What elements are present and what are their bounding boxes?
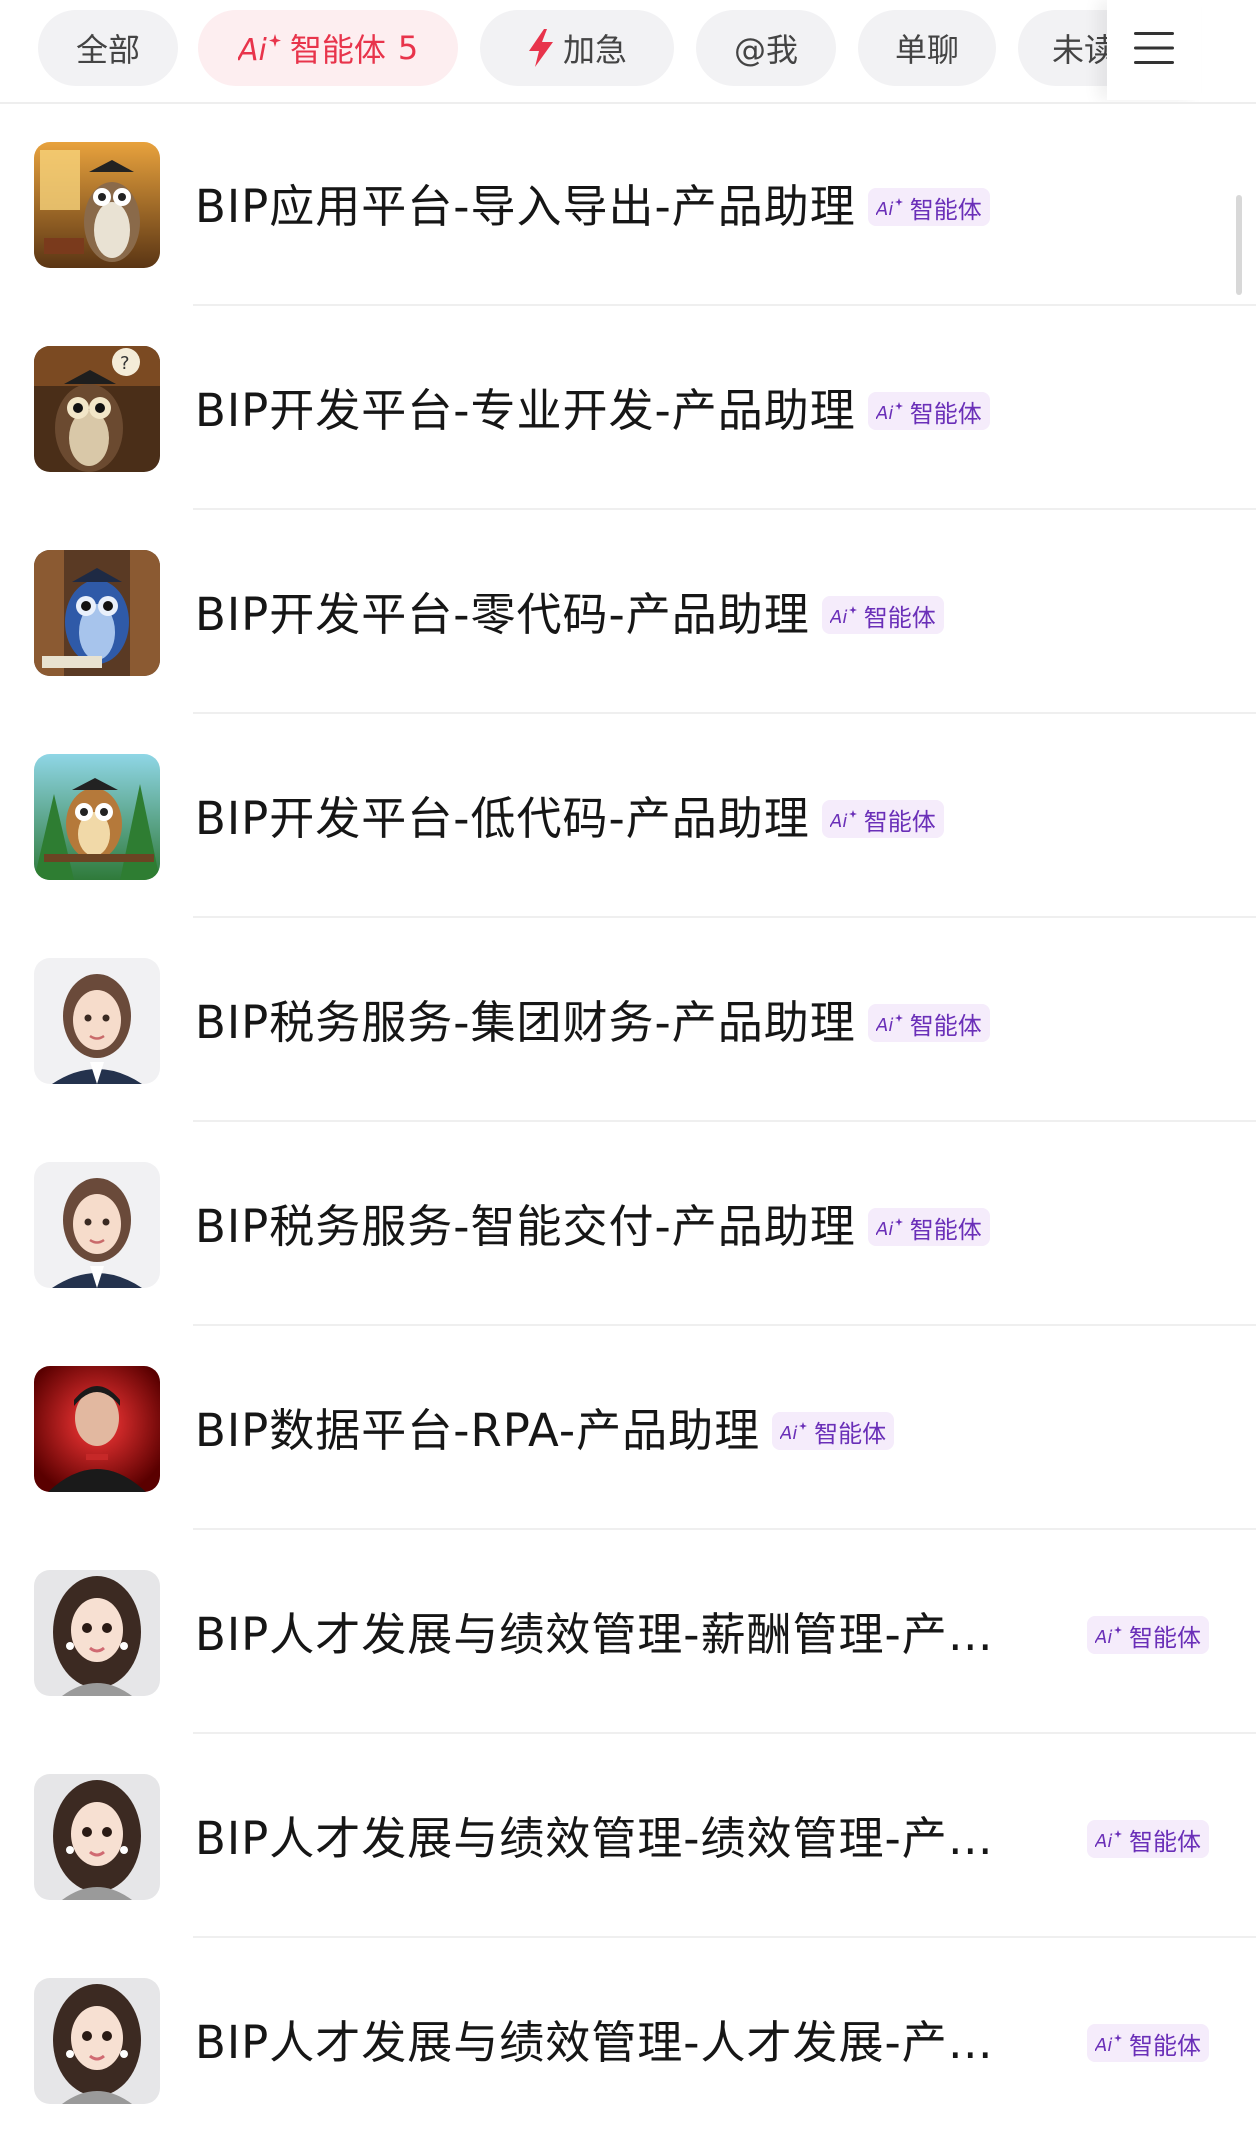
- ai-icon: Ai: [238, 31, 282, 65]
- ai-agent-badge: Ai 智能体: [1087, 1616, 1209, 1654]
- ai-agent-badge: Ai 智能体: [867, 1208, 990, 1246]
- conversation-title: BIP开发平台-零代码-产品助理: [195, 588, 810, 641]
- badge-label: 智能体: [1129, 2031, 1201, 2060]
- badge-label: 智能体: [1129, 1827, 1201, 1856]
- red-tech-avatar: [34, 1366, 160, 1492]
- badge-label: 智能体: [909, 195, 982, 224]
- list-item[interactable]: BIP人才发展与绩效管理-薪酬管理-产… Ai 智能体: [0, 1530, 1256, 1734]
- tab-label: 加急: [562, 31, 627, 69]
- ai-badge-icon: Ai: [876, 196, 904, 218]
- ai-badge-icon: Ai: [1095, 2032, 1123, 2054]
- list-item[interactable]: ? BIP开发平台-专业开发-产品助理 Ai 智能体: [0, 306, 1256, 510]
- list-item[interactable]: BIP人才发展与绩效管理-绩效管理-产… Ai 智能体: [0, 1734, 1256, 1938]
- ai-badge-icon: Ai: [876, 400, 904, 422]
- conversation-title: BIP人才发展与绩效管理-绩效管理-产…: [195, 1812, 994, 1865]
- menu-button[interactable]: [1107, 0, 1201, 100]
- badge-label: 智能体: [814, 1419, 887, 1448]
- tab-urgent[interactable]: 加急: [480, 10, 674, 86]
- conversation-title: BIP人才发展与绩效管理-人才发展-产…: [195, 2016, 994, 2069]
- svg-text:Ai: Ai: [876, 403, 893, 422]
- tab-direct-chat[interactable]: 单聊: [858, 10, 996, 86]
- svg-text:Ai: Ai: [830, 607, 847, 626]
- title-row: BIP人才发展与绩效管理-绩效管理-产…: [195, 1809, 1055, 1869]
- business-woman-avatar: [34, 958, 160, 1084]
- filter-tab-bar: 全部 Ai 智能体 5 加急 @我 单聊 未读 3: [0, 0, 1256, 104]
- badge-label: 智能体: [863, 807, 936, 836]
- owl-question-avatar: ?: [34, 346, 160, 472]
- curly-woman-avatar: [34, 1774, 160, 1900]
- ai-badge-icon: Ai: [876, 1216, 904, 1238]
- tab-all[interactable]: 全部: [38, 10, 178, 86]
- ai-badge-icon: Ai: [1095, 1624, 1123, 1646]
- title-row: BIP开发平台-零代码-产品助理 Ai 智能体: [195, 585, 944, 645]
- list-item[interactable]: BIP开发平台-零代码-产品助理 Ai 智能体: [0, 510, 1256, 714]
- badge-label: 智能体: [1129, 1623, 1201, 1652]
- ai-agent-badge: Ai 智能体: [821, 800, 944, 838]
- list-item[interactable]: BIP开发平台-低代码-产品助理 Ai 智能体: [0, 714, 1256, 918]
- tab-ai-agents[interactable]: Ai 智能体 5: [198, 10, 458, 86]
- list-item[interactable]: BIP数据平台-RPA-产品助理 Ai 智能体: [0, 1326, 1256, 1530]
- scrollbar[interactable]: [1236, 195, 1242, 295]
- badge-label: 智能体: [909, 399, 982, 428]
- owl-professor-avatar: [34, 142, 160, 268]
- title-row: BIP数据平台-RPA-产品助理 Ai 智能体: [195, 1401, 895, 1461]
- ai-badge-icon: Ai: [1095, 1828, 1123, 1850]
- svg-text:Ai: Ai: [238, 33, 268, 65]
- business-woman-avatar: [34, 1162, 160, 1288]
- title-row: BIP开发平台-低代码-产品助理 Ai 智能体: [195, 789, 944, 849]
- badge-label: 智能体: [909, 1011, 982, 1040]
- ai-badge-icon: Ai: [876, 1012, 904, 1034]
- hamburger-menu-icon: [1132, 30, 1176, 70]
- tab-mentions[interactable]: @我: [696, 10, 836, 86]
- ai-badge-icon: Ai: [780, 1420, 808, 1442]
- conversation-title: BIP税务服务-智能交付-产品助理: [195, 1200, 856, 1253]
- conversation-title: BIP应用平台-导入导出-产品助理: [195, 180, 856, 233]
- svg-text:Ai: Ai: [1095, 1627, 1112, 1646]
- curly-woman-avatar: [34, 1570, 160, 1696]
- ai-agent-badge: Ai 智能体: [1087, 2024, 1209, 2062]
- svg-text:Ai: Ai: [780, 1423, 797, 1442]
- badge-label: 智能体: [863, 603, 936, 632]
- ai-agent-badge: Ai 智能体: [772, 1412, 895, 1450]
- title-row: BIP税务服务-智能交付-产品助理 Ai 智能体: [195, 1197, 990, 1257]
- ai-badge-icon: Ai: [830, 808, 858, 830]
- blue-owl-avatar: [34, 550, 160, 676]
- ai-agent-badge: Ai 智能体: [867, 392, 990, 430]
- lightning-icon: [527, 29, 555, 67]
- tab-count: 5: [397, 29, 419, 67]
- svg-text:Ai: Ai: [1095, 2035, 1112, 2054]
- ai-agent-badge: Ai 智能体: [867, 1004, 990, 1042]
- svg-text:Ai: Ai: [1095, 1831, 1112, 1850]
- conversation-title: BIP税务服务-集团财务-产品助理: [195, 996, 856, 1049]
- title-row: BIP应用平台-导入导出-产品助理 Ai 智能体: [195, 177, 990, 237]
- list-item[interactable]: BIP税务服务-集团财务-产品助理 Ai 智能体: [0, 918, 1256, 1122]
- tab-label: 单聊: [894, 31, 959, 69]
- conversation-title: BIP开发平台-低代码-产品助理: [195, 792, 810, 845]
- title-row: BIP人才发展与绩效管理-人才发展-产…: [195, 2013, 1055, 2073]
- svg-text:?: ?: [120, 353, 130, 374]
- title-row: BIP税务服务-集团财务-产品助理 Ai 智能体: [195, 993, 990, 1053]
- list-item[interactable]: BIP应用平台-导入导出-产品助理 Ai 智能体: [0, 102, 1256, 306]
- tab-label: 全部: [75, 31, 140, 69]
- badge-label: 智能体: [909, 1215, 982, 1244]
- conversation-title: BIP数据平台-RPA-产品助理: [195, 1404, 761, 1457]
- svg-text:Ai: Ai: [830, 811, 847, 830]
- tab-label: 智能体: [289, 31, 386, 69]
- svg-text:Ai: Ai: [876, 1015, 893, 1034]
- tab-label: @我: [733, 31, 798, 69]
- ai-agent-badge: Ai 智能体: [1087, 1820, 1209, 1858]
- forest-owl-avatar: [34, 754, 160, 880]
- list-item[interactable]: BIP人才发展与绩效管理-人才发展-产… Ai 智能体: [0, 1938, 1256, 2142]
- conversation-title: BIP开发平台-专业开发-产品助理: [195, 384, 856, 437]
- svg-text:Ai: Ai: [876, 1219, 893, 1238]
- title-row: BIP人才发展与绩效管理-薪酬管理-产…: [195, 1605, 1055, 1665]
- svg-text:Ai: Ai: [876, 199, 893, 218]
- title-row: BIP开发平台-专业开发-产品助理 Ai 智能体: [195, 381, 990, 441]
- conversation-title: BIP人才发展与绩效管理-薪酬管理-产…: [195, 1608, 994, 1661]
- ai-agent-badge: Ai 智能体: [867, 188, 990, 226]
- ai-agent-badge: Ai 智能体: [821, 596, 944, 634]
- list-item[interactable]: BIP税务服务-智能交付-产品助理 Ai 智能体: [0, 1122, 1256, 1326]
- ai-badge-icon: Ai: [830, 604, 858, 626]
- curly-woman-avatar: [34, 1978, 160, 2104]
